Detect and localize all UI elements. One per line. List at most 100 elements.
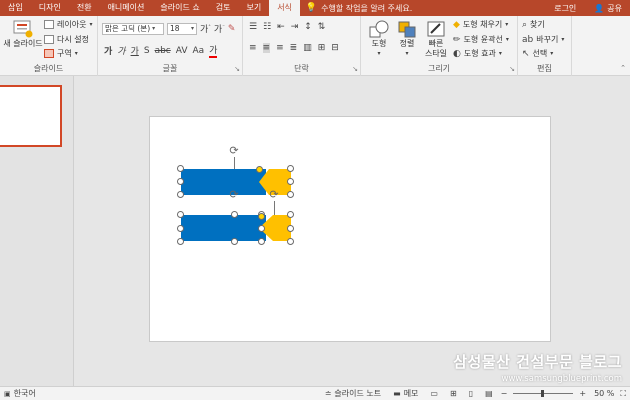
watermark-title: 삼성물산 건설부문 블로그 [453,353,622,371]
font-color-icon[interactable]: 가 [209,43,218,58]
tell-me-box[interactable]: 💡 수행할 작업을 알려 주세요. [306,3,412,14]
shape-group-bottom[interactable] [181,215,291,241]
shadow-icon[interactable]: S [144,46,150,56]
zoom-level[interactable]: 50 % [588,389,620,398]
underline-icon[interactable]: 가 [131,44,139,57]
resize-handle[interactable] [287,191,294,198]
resize-handle[interactable] [177,178,184,185]
shape-outline-button[interactable]: ✏ 도형 윤곽선 ▾ [453,34,509,45]
select-button[interactable]: ↖ 선택 ▾ [522,48,553,59]
char-spacing-icon[interactable]: AV [176,46,188,56]
rotate-handle-icon[interactable]: ⟳ [228,189,240,201]
replace-button[interactable]: ab 바꾸기 ▾ [522,34,564,45]
rotate-handle-icon[interactable]: ⟳ [268,189,280,201]
font-dialog-launcher-icon[interactable]: ↘ [234,65,240,73]
smartart-icon[interactable]: ⊟ [331,43,339,53]
layout-button[interactable]: 레이아웃 ▾ [44,19,92,30]
new-slide-button[interactable]: 새 슬라이드 [2,19,44,49]
zoom-in-button[interactable]: + [577,389,588,398]
font-size-value: 18 [170,24,180,33]
share-button[interactable]: 👤 공유 [586,0,630,16]
shrink-font-icon[interactable]: 가⁻ [214,22,225,35]
tell-me-text: 수행할 작업을 알려 주세요. [321,3,413,13]
zoom-slider[interactable] [513,390,574,397]
view-sorter-button[interactable]: ⊞ [444,389,463,398]
rotate-handle-icon[interactable]: ⟳ [228,145,240,157]
resize-handle[interactable] [258,225,265,232]
justify-icon[interactable]: ≣ [290,43,298,53]
text-direction-icon[interactable]: ⇅ [318,22,326,32]
drawing-dialog-launcher-icon[interactable]: ↘ [509,65,515,73]
resize-handle[interactable] [287,225,294,232]
adjust-handle[interactable] [256,166,263,173]
login-link[interactable]: 로그인 [544,3,586,14]
zoom-slider-knob[interactable] [541,390,545,397]
change-case-icon[interactable]: Aa [193,46,205,56]
clear-format-icon[interactable]: ✎ [228,24,236,34]
grow-font-icon[interactable]: 가⁺ [200,22,211,35]
quick-styles-button[interactable]: 빠른 스타일 [421,19,451,59]
paragraph-dialog-launcher-icon[interactable]: ↘ [352,65,358,73]
resize-handle[interactable] [231,238,238,245]
tab-transitions[interactable]: 전환 [69,0,100,16]
font-name-combo[interactable]: 맑은 고딕 (본) ▾ [102,22,164,35]
tab-insert[interactable]: 삽입 [0,0,31,16]
slide-thumbnail[interactable] [0,85,62,147]
numbering-icon[interactable]: ☷ [263,22,271,32]
font-size-combo[interactable]: 18 ▾ [167,22,197,35]
resize-handle[interactable] [177,238,184,245]
bold-icon[interactable]: 가 [104,44,112,57]
tab-view[interactable]: 보기 [238,0,269,16]
notes-button[interactable]: ≐ 슬라이드 노트 [319,388,387,399]
language-indicator[interactable]: ▣ 한국어 [0,388,42,399]
resize-handle[interactable] [287,165,294,172]
view-slideshow-button[interactable]: ▤ [479,389,499,398]
view-normal-button[interactable]: ▭ [424,389,444,398]
resize-handle[interactable] [177,225,184,232]
resize-handle[interactable] [177,165,184,172]
align-left-icon[interactable]: ≡ [249,43,257,53]
line-spacing-icon[interactable]: ↕ [304,22,312,32]
tab-slideshow[interactable]: 슬라이드 쇼 [152,0,207,16]
fit-slide-icon[interactable]: ⛶ [620,389,630,399]
resize-handle[interactable] [231,211,238,218]
resize-handle[interactable] [177,191,184,198]
tab-review[interactable]: 검토 [208,0,239,16]
adjust-handle[interactable] [258,213,265,220]
find-button[interactable]: ⌕ 찾기 [522,19,545,30]
new-slide-label: 새 슬라이드 [3,39,43,48]
align-right-icon[interactable]: ≡ [276,43,284,53]
resize-handle[interactable] [287,211,294,218]
comments-button[interactable]: ▬ 메모 [387,388,424,399]
shape-effects-button[interactable]: ◐ 도형 효과 ▾ [453,48,502,59]
resize-handle[interactable] [177,211,184,218]
slide-canvas[interactable]: ⟳ ⟳ ⟳ [149,116,551,342]
tab-format[interactable]: 서식 [269,0,300,16]
chevron-down-icon: ▾ [505,36,509,43]
bullets-icon[interactable]: ☰ [249,22,257,32]
notes-label: 슬라이드 노트 [334,389,382,398]
align-center-icon[interactable]: ≡ [262,43,271,53]
italic-icon[interactable]: 가 [117,44,125,57]
columns-icon[interactable]: ▥ [303,43,312,53]
increase-indent-icon[interactable]: ⇥ [291,22,299,32]
shapes-button[interactable]: 도형 ▾ [365,19,393,59]
resize-handle[interactable] [287,238,294,245]
section-button[interactable]: 구역 ▾ [44,48,78,59]
arrange-button[interactable]: 정렬 ▾ [393,19,421,59]
tab-design[interactable]: 디자인 [31,0,69,16]
collapse-ribbon-icon[interactable]: ⌃ [620,64,626,72]
zoom-out-button[interactable]: − [499,389,510,398]
strikethrough-icon[interactable]: abc [155,46,171,56]
resize-handle[interactable] [258,238,265,245]
chevron-down-icon: ▾ [190,25,194,32]
align-text-icon[interactable]: ⊞ [318,43,326,53]
tab-animations[interactable]: 애니메이션 [100,0,153,16]
view-reading-button[interactable]: ▯ [463,389,479,398]
resize-handle[interactable] [287,178,294,185]
watermark-url: www.samsungblueprint.com [501,374,623,384]
chevron-down-icon: ▾ [89,21,93,28]
decrease-indent-icon[interactable]: ⇤ [277,22,285,32]
shape-fill-button[interactable]: ◆ 도형 채우기 ▾ [453,19,508,30]
reset-button[interactable]: 다시 설정 [44,34,89,45]
